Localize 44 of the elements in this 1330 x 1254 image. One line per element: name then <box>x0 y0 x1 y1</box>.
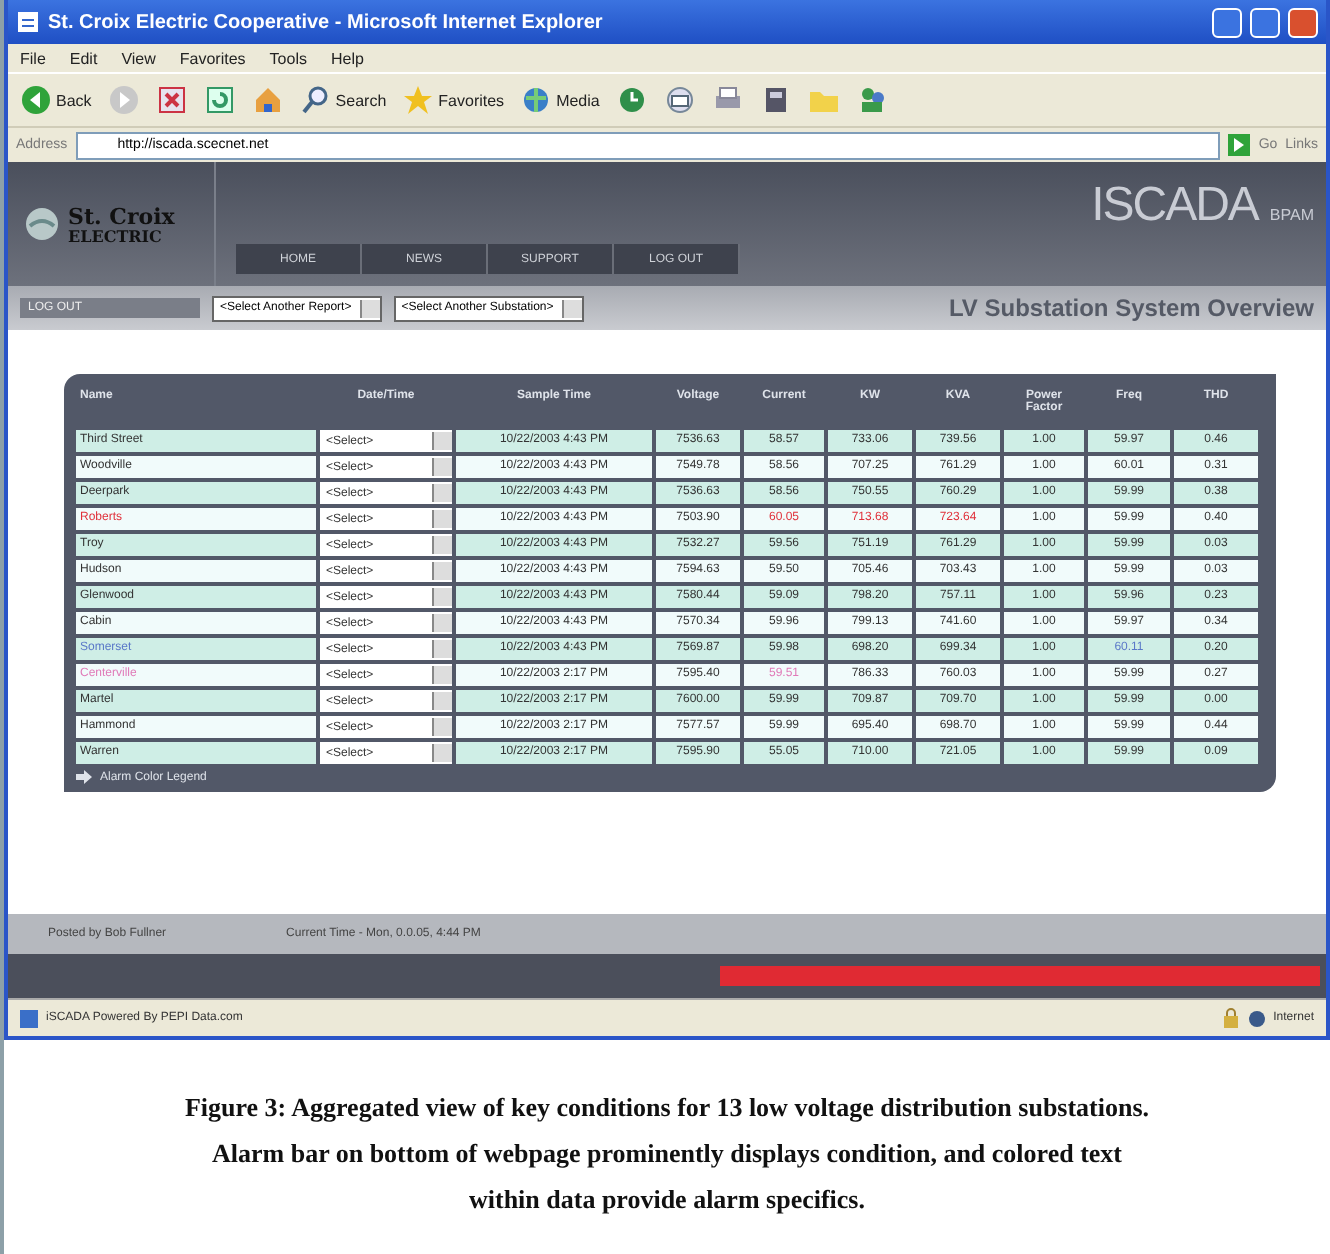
page-title: LV Substation System Overview <box>948 294 1314 322</box>
figure-caption: Figure 3: Aggregated view of key conditions for 13 low voltage distribution substations. <box>184 1090 1150 1126</box>
globe-icon <box>520 84 553 116</box>
minimize-button[interactable] <box>1212 7 1242 37</box>
menu-item[interactable]: Favorites <box>179 49 246 67</box>
clock-icon <box>615 84 648 116</box>
refresh-icon <box>203 84 236 116</box>
figure-caption: within data provide alarm specifics. <box>468 1182 865 1218</box>
page-icon <box>16 10 40 34</box>
toolbar-button[interactable] <box>155 84 188 116</box>
toolbar-button[interactable] <box>615 84 648 116</box>
menu-item[interactable]: Tools <box>269 49 307 67</box>
brand-subtitle: BPAM <box>1269 206 1314 224</box>
toolbar-button[interactable] <box>203 84 236 116</box>
brand-logo: ISCADA <box>1091 178 1258 234</box>
toolbar-button[interactable]: Search <box>299 84 387 116</box>
menu-item[interactable]: View <box>121 49 156 67</box>
window-title: St. Croix Electric Cooperative - Microsoft Internet Explorer <box>48 11 605 33</box>
forward-icon <box>107 84 140 116</box>
menu-item[interactable]: Edit <box>69 49 98 67</box>
arrow-icon <box>76 770 92 784</box>
star-icon <box>402 84 435 116</box>
menu-item[interactable]: Help <box>330 49 364 67</box>
logo-icon <box>24 206 60 242</box>
toolbar-button[interactable]: Favorites <box>402 84 505 116</box>
toolbar-button[interactable] <box>251 84 284 116</box>
back-icon <box>20 84 52 116</box>
maximize-button[interactable] <box>1250 7 1280 37</box>
toolbar-button[interactable]: Media <box>520 84 600 116</box>
close-button[interactable] <box>1288 7 1318 37</box>
search-icon <box>299 84 332 116</box>
lock-icon <box>1221 1008 1240 1028</box>
globe-icon <box>1247 1009 1266 1027</box>
mail-icon <box>663 84 696 116</box>
figure-caption: Alarm bar on bottom of webpage prominently displays condition, and colored text <box>211 1136 1123 1172</box>
logo-text: St. Croix <box>68 205 175 227</box>
toolbar-button[interactable] <box>663 84 696 116</box>
menu-item[interactable]: File <box>20 49 46 67</box>
home-icon <box>251 84 284 116</box>
toolbar-button[interactable]: Back <box>20 84 92 116</box>
logo-text: ELECTRIC <box>68 227 164 243</box>
go-icon[interactable] <box>1228 134 1251 156</box>
stop-icon <box>155 84 188 116</box>
page-icon <box>20 1009 38 1027</box>
